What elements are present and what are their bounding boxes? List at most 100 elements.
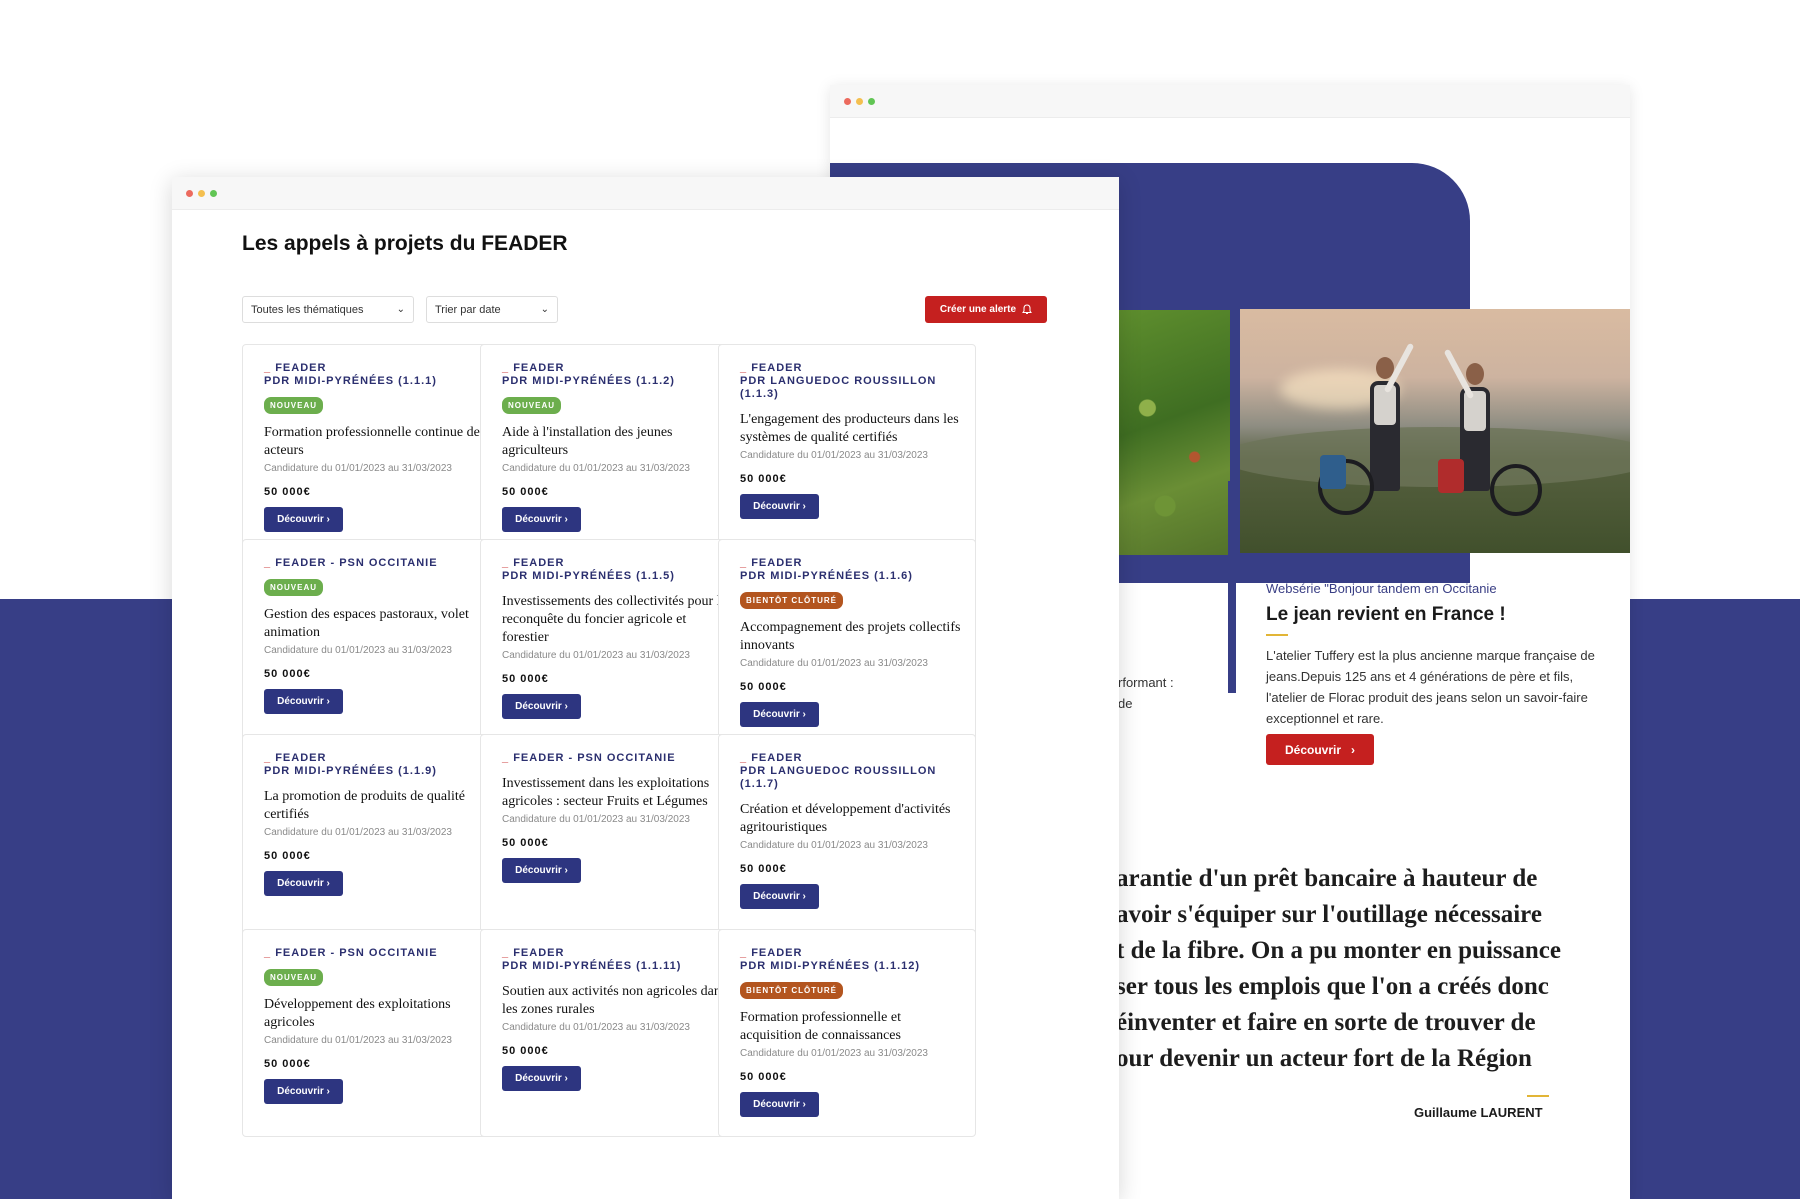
card-title[interactable]: La promotion de produits de qualité cert… [264, 788, 489, 824]
page-title: Les appels à projets du FEADER [242, 232, 568, 255]
minimize-window-dot[interactable] [198, 190, 205, 197]
project-card[interactable]: _ FEADER PDR MIDI-PYRÉNÉES (1.1.11) Soutie… [480, 929, 738, 1137]
discover-button[interactable]: Découvrir › [740, 702, 819, 727]
card-dates: Candidature du 01/01/2023 au 31/03/2023 [264, 1035, 452, 1046]
card-amount: 50 000€ [740, 863, 787, 875]
discover-button[interactable]: Découvrir › [502, 507, 581, 532]
discover-button[interactable]: Découvrir › [740, 884, 819, 909]
discover-button[interactable]: Découvrir › [264, 689, 343, 714]
card-body: Création et développement d'activités ag… [740, 801, 965, 909]
quote-line: éinventer et faire en sorte de trouver d… [1116, 1009, 1536, 1036]
status-badge: NOUVEAU [502, 397, 562, 414]
chevron-right-icon: › [1351, 742, 1356, 757]
card-source-line: _ FEADER [740, 362, 803, 374]
project-card[interactable]: _ FEADER PDR MIDI-PYRÉNÉES (1.1.2) NOUVEAU… [480, 344, 738, 552]
card-title[interactable]: Investissements des collectivités pour l… [502, 593, 727, 647]
discover-button[interactable]: Découvrir › [264, 507, 343, 532]
card-source: _ FEADER PDR MIDI-PYRÉNÉES (1.1.1) NOUVEAU [264, 362, 489, 414]
source-dash-icon: _ [502, 557, 514, 569]
card-title[interactable]: L'engagement des producteurs dans les sy… [740, 411, 965, 447]
quote-line: arantie d'un prêt bancaire à hauteur de [1116, 865, 1538, 892]
discover-button[interactable]: Découvrir › [264, 871, 343, 896]
card-dates: Candidature du 01/01/2023 au 31/03/2023 [264, 463, 452, 474]
article-discover-label: Découvrir [1284, 742, 1342, 757]
card-title[interactable]: Aide à l'installation des jeunes agricul… [502, 424, 727, 460]
quote-line: our devenir un acteur fort de la Région [1116, 1045, 1532, 1072]
project-card[interactable]: _ FEADER PDR MIDI-PYRÉNÉES (1.1.12) BIENTÔ… [718, 929, 976, 1137]
card-dates: Candidature du 01/01/2023 au 31/03/2023 [502, 650, 690, 661]
card-source: _ FEADER - PSN OCCITANIE NOUVEAU [264, 557, 489, 596]
minimize-window-dot[interactable] [856, 98, 863, 105]
card-dates: Candidature du 01/01/2023 au 31/03/2023 [264, 827, 452, 838]
article-title[interactable]: Le jean revient en France ! [1266, 604, 1506, 626]
status-badge: BIENTÔT CLÔTURÉ [740, 592, 843, 609]
card-amount: 50 000€ [740, 473, 787, 485]
card-title[interactable]: Investissement dans les exploitations ag… [502, 775, 727, 811]
source-dash-icon: _ [740, 752, 752, 764]
card-source-line: _ FEADER [264, 752, 327, 764]
source-dash-icon: _ [740, 557, 752, 569]
discover-button[interactable]: Découvrir › [502, 858, 581, 883]
card-body: Investissement dans les exploitations ag… [502, 775, 727, 883]
quote-author: Guillaume LAURENT [1414, 1105, 1543, 1120]
project-card[interactable]: _ FEADER - PSN OCCITANIE NOUVEAU Développe… [242, 929, 500, 1137]
project-card[interactable]: _ FEADER PDR MIDI-PYRÉNÉES (1.1.9) La prom… [242, 734, 500, 942]
card-dates: Candidature du 01/01/2023 au 31/03/2023 [264, 645, 452, 656]
discover-button[interactable]: Découvrir › [740, 1092, 819, 1117]
project-card[interactable]: _ FEADER PDR MIDI-PYRÉNÉES (1.1.6) BIENTÔT… [718, 539, 976, 747]
card-source: _ FEADER PDR MIDI-PYRÉNÉES (1.1.6) BIENTÔT… [740, 557, 965, 609]
maximize-window-dot[interactable] [210, 190, 217, 197]
card-source: _ FEADER PDR MIDI-PYRÉNÉES (1.1.9) [264, 752, 489, 778]
card-title[interactable]: Création et développement d'activités ag… [740, 801, 965, 837]
card-source-line: PDR MIDI-PYRÉNÉES (1.1.5) [502, 570, 675, 582]
card-title[interactable]: Formation professionnelle et acquisition… [740, 1009, 965, 1045]
status-badge: NOUVEAU [264, 969, 324, 986]
front-browser-window: Les appels à projets du FEADER Toutes le… [172, 177, 1119, 1199]
chevron-down-icon: ⌄ [396, 304, 405, 315]
card-amount: 50 000€ [502, 486, 549, 498]
card-title[interactable]: Soutien aux activités non agricoles dans… [502, 983, 727, 1019]
card-body: Gestion des espaces pastoraux, volet ani… [264, 606, 489, 714]
card-title[interactable]: Gestion des espaces pastoraux, volet ani… [264, 606, 489, 642]
card-title[interactable]: Formation professionnelle continue des a… [264, 424, 489, 460]
card-source-line: _ FEADER [502, 557, 565, 569]
card-source-line: _ FEADER - PSN OCCITANIE [502, 752, 676, 764]
quote-line: avoir s'équiper sur l'outillage nécessai… [1116, 901, 1542, 928]
close-window-dot[interactable] [186, 190, 193, 197]
discover-button[interactable]: Découvrir › [264, 1079, 343, 1104]
card-dates: Candidature du 01/01/2023 au 31/03/2023 [502, 1022, 690, 1033]
card-title[interactable]: Développement des exploitations agricole… [264, 996, 489, 1032]
source-dash-icon: _ [264, 752, 276, 764]
card-amount: 50 000€ [264, 486, 311, 498]
card-amount: 50 000€ [740, 1071, 787, 1083]
theme-filter-value: Toutes les thématiques [251, 303, 364, 316]
card-source: _ FEADER PDR MIDI-PYRÉNÉES (1.1.12) BIENTÔ… [740, 947, 965, 999]
card-title[interactable]: Accompagnement des projets collectifs in… [740, 619, 965, 655]
card-body: Formation professionnelle et acquisition… [740, 1009, 965, 1117]
card-source-line: PDR LANGUEDOC ROUSSILLON (1.1.3) [740, 375, 937, 400]
project-card[interactable]: _ FEADER PDR LANGUEDOC ROUSSILLON (1.1.3)… [718, 344, 976, 552]
discover-button[interactable]: Découvrir › [502, 1066, 581, 1091]
article-discover-button[interactable]: Découvrir › [1266, 734, 1374, 765]
create-alert-label: Créer une alerte [939, 304, 1017, 315]
project-card[interactable]: _ FEADER - PSN OCCITANIE Investissement d… [480, 734, 738, 942]
tandem-photo [1240, 309, 1630, 553]
theme-filter-select[interactable]: Toutes les thématiques ⌄ [242, 296, 414, 323]
sort-select[interactable]: Trier par date ⌄ [426, 296, 558, 323]
card-amount: 50 000€ [502, 673, 549, 685]
project-card[interactable]: _ FEADER - PSN OCCITANIE NOUVEAU Gestion d… [242, 539, 500, 747]
discover-button[interactable]: Découvrir › [740, 494, 819, 519]
close-window-dot[interactable] [844, 98, 851, 105]
sort-value: Trier par date [435, 303, 501, 316]
project-card[interactable]: _ FEADER PDR LANGUEDOC ROUSSILLON (1.1.7)… [718, 734, 976, 942]
project-card[interactable]: _ FEADER PDR MIDI-PYRÉNÉES (1.1.1) NOUVEAU… [242, 344, 500, 552]
card-source-line: PDR MIDI-PYRÉNÉES (1.1.2) [502, 375, 675, 387]
project-card[interactable]: _ FEADER PDR MIDI-PYRÉNÉES (1.1.5) Investi… [480, 539, 738, 747]
card-body: Soutien aux activités non agricoles dans… [502, 983, 727, 1091]
status-badge: BIENTÔT CLÔTURÉ [740, 982, 843, 999]
title-underline [1266, 634, 1288, 636]
discover-button[interactable]: Découvrir › [502, 694, 581, 719]
status-badge: NOUVEAU [264, 397, 324, 414]
create-alert-button[interactable]: Créer une alerte [925, 296, 1047, 323]
maximize-window-dot[interactable] [868, 98, 875, 105]
